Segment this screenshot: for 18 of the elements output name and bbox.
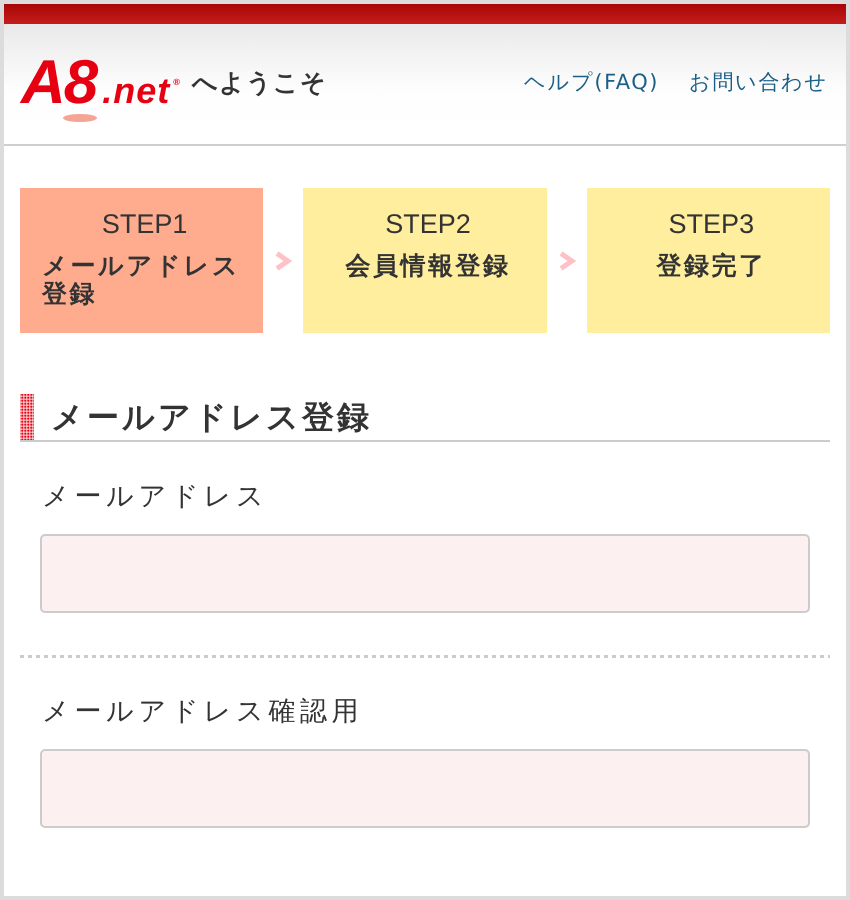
step-label: STEP3: [668, 208, 754, 240]
header-link[interactable]: ヘルプ(FAQ): [524, 68, 659, 96]
field-label: メールアドレス: [41, 480, 270, 514]
step-title: 会員情報登録: [345, 252, 510, 280]
step-label: STEP2: [385, 208, 471, 240]
checkered-marker-icon: [20, 394, 34, 440]
section-title: メールアドレス登録: [51, 397, 372, 438]
step-title: メールアドレス登録: [42, 252, 242, 308]
input-field[interactable]: [40, 534, 810, 613]
field-label: メールアドレス確認用: [41, 695, 364, 729]
chevron-right-icon: [558, 250, 576, 270]
chevron-right-icon: [274, 250, 292, 270]
step-title: 登録完了: [656, 252, 766, 280]
input-field[interactable]: [40, 749, 810, 828]
step-label: STEP1: [102, 208, 188, 240]
header-link[interactable]: お問い合わせ: [689, 68, 828, 96]
welcome-text: へようこそ: [192, 66, 327, 98]
logo[interactable]: A8.net®: [21, 52, 182, 122]
